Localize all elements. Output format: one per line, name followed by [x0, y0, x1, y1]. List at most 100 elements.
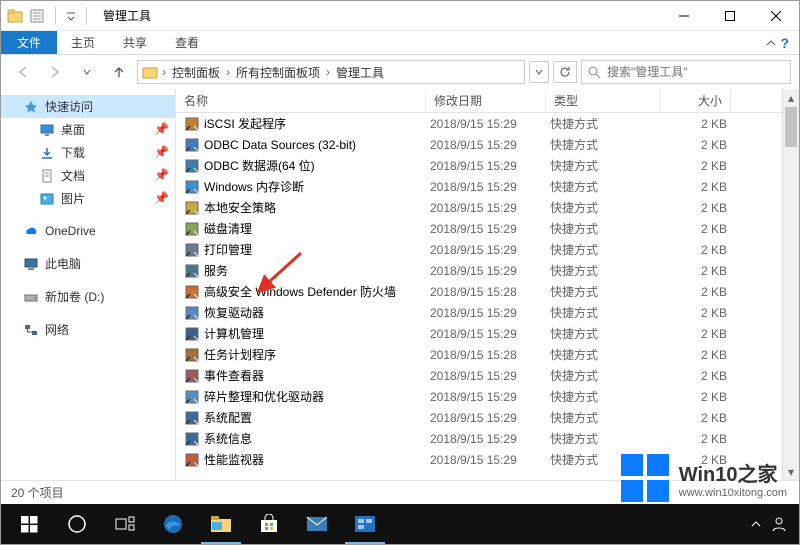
file-row[interactable]: 碎片整理和优化驱动器2018/9/15 15:29快捷方式2 KB [176, 386, 799, 407]
file-date: 2018/9/15 15:29 [430, 411, 550, 425]
start-button[interactable] [5, 504, 53, 544]
sidebar-item-label: 新加卷 (D:) [45, 288, 104, 305]
ribbon-file-tab[interactable]: 文件 [1, 31, 57, 54]
column-name[interactable]: 名称 [176, 89, 426, 112]
file-row[interactable]: 恢复驱动器2018/9/15 15:29快捷方式2 KB [176, 302, 799, 323]
file-row[interactable]: 高级安全 Windows Defender 防火墙2018/9/15 15:28… [176, 281, 799, 302]
watermark-title: Win10之家 [679, 458, 787, 487]
sidebar-desktop[interactable]: 桌面 📌 [1, 118, 175, 141]
file-type: 快捷方式 [550, 409, 665, 426]
address-dropdown-button[interactable] [529, 61, 549, 83]
file-name: 碎片整理和优化驱动器 [204, 388, 324, 405]
ribbon-home-tab[interactable]: 主页 [57, 31, 109, 54]
search-input[interactable] [607, 65, 784, 79]
sidebar-item-label: 快速访问 [45, 98, 93, 115]
ribbon-view-tab[interactable]: 查看 [161, 31, 213, 54]
breadcrumb-item[interactable]: 所有控制面板项 [234, 64, 322, 81]
sidebar-pictures[interactable]: 图片 📌 [1, 187, 175, 210]
file-row[interactable]: ODBC Data Sources (32-bit) 2018/9/15 15:2… [176, 134, 799, 155]
address-box[interactable]: › 控制面板 › 所有控制面板项 › 管理工具 [137, 60, 525, 84]
file-size: 2 KB [665, 180, 735, 194]
nav-back-button[interactable] [9, 58, 37, 86]
file-row[interactable]: 计算机管理2018/9/15 15:29快捷方式2 KB [176, 323, 799, 344]
scroll-thumb[interactable] [785, 107, 797, 147]
taskview-button[interactable] [101, 504, 149, 544]
file-date: 2018/9/15 15:29 [430, 306, 550, 320]
column-type[interactable]: 类型 [546, 89, 661, 112]
file-type: 快捷方式 [550, 220, 665, 237]
taskbar-store[interactable] [245, 504, 293, 544]
chevron-right-icon[interactable]: › [162, 65, 166, 79]
qat-dropdown-icon[interactable] [66, 11, 76, 21]
file-icon [184, 158, 200, 174]
taskbar-edge[interactable] [149, 504, 197, 544]
scroll-up-icon[interactable]: ▴ [783, 89, 799, 106]
file-row[interactable]: 打印管理2018/9/15 15:29快捷方式2 KB [176, 239, 799, 260]
sidebar-documents[interactable]: 文档 📌 [1, 164, 175, 187]
drive-icon [23, 289, 39, 305]
file-icon [184, 452, 200, 468]
file-row[interactable]: ODBC 数据源(64 位)2018/9/15 15:29快捷方式2 KB [176, 155, 799, 176]
cortana-button[interactable] [53, 504, 101, 544]
chevron-right-icon[interactable]: › [226, 65, 230, 79]
breadcrumb-item[interactable]: 控制面板 [170, 64, 222, 81]
tray-people-icon[interactable] [771, 516, 787, 532]
file-icon [184, 263, 200, 279]
file-size: 2 KB [665, 222, 735, 236]
file-row[interactable]: Windows 内存诊断2018/9/15 15:29快捷方式2 KB [176, 176, 799, 197]
sidebar-onedrive[interactable]: OneDrive [1, 220, 175, 242]
taskbar-explorer[interactable] [197, 504, 245, 544]
file-date: 2018/9/15 15:29 [430, 117, 550, 131]
file-date: 2018/9/15 15:29 [430, 369, 550, 383]
nav-up-button[interactable] [105, 58, 133, 86]
chevron-right-icon[interactable]: › [326, 65, 330, 79]
file-type: 快捷方式 [550, 283, 665, 300]
vertical-scrollbar[interactable]: ▴ ▾ [782, 89, 799, 480]
taskbar-controlpanel[interactable] [341, 504, 389, 544]
column-date[interactable]: 修改日期 [426, 89, 546, 112]
file-type: 快捷方式 [550, 304, 665, 321]
nav-history-dropdown[interactable] [73, 58, 101, 86]
file-date: 2018/9/15 15:28 [430, 348, 550, 362]
file-size: 2 KB [665, 117, 735, 131]
sidebar-item-label: 网络 [45, 321, 69, 338]
file-row[interactable]: 服务2018/9/15 15:29快捷方式2 KB [176, 260, 799, 281]
file-icon [184, 305, 200, 321]
file-name: ODBC Data Sources (32-bit) [204, 138, 356, 152]
nav-forward-button[interactable] [41, 58, 69, 86]
breadcrumb-item[interactable]: 管理工具 [334, 64, 386, 81]
file-row[interactable]: 系统信息2018/9/15 15:29快捷方式2 KB [176, 428, 799, 449]
file-type: 快捷方式 [550, 115, 665, 132]
file-date: 2018/9/15 15:29 [430, 138, 550, 152]
help-icon[interactable]: ? [780, 35, 789, 51]
minimize-button[interactable] [661, 1, 707, 31]
file-row[interactable]: 系统配置2018/9/15 15:29快捷方式2 KB [176, 407, 799, 428]
file-row[interactable]: 本地安全策略2018/9/15 15:29快捷方式2 KB [176, 197, 799, 218]
taskbar-mail[interactable] [293, 504, 341, 544]
file-name: iSCSI 发起程序 [204, 115, 286, 132]
file-row[interactable]: iSCSI 发起程序 2018/9/15 15:29快捷方式2 KB [176, 113, 799, 134]
file-row[interactable]: 事件查看器2018/9/15 15:29快捷方式2 KB [176, 365, 799, 386]
sidebar-network[interactable]: 网络 [1, 318, 175, 341]
pictures-icon [39, 191, 55, 207]
ribbon-share-tab[interactable]: 共享 [109, 31, 161, 54]
watermark: Win10之家 www.win10xitong.com [621, 454, 787, 502]
ribbon-expand-icon[interactable] [766, 38, 776, 48]
tray-show-hidden-icon[interactable] [751, 519, 761, 529]
sidebar-thispc[interactable]: 此电脑 [1, 252, 175, 275]
file-row[interactable]: 磁盘清理2018/9/15 15:29快捷方式2 KB [176, 218, 799, 239]
maximize-button[interactable] [707, 1, 753, 31]
file-name: 高级安全 Windows Defender 防火墙 [204, 283, 396, 300]
sidebar-downloads[interactable]: 下载 📌 [1, 141, 175, 164]
file-list[interactable]: iSCSI 发起程序2018/9/15 15:29快捷方式2 KBODBC Da… [176, 113, 799, 480]
search-box[interactable] [581, 60, 791, 84]
file-row[interactable]: 任务计划程序2018/9/15 15:28快捷方式2 KB [176, 344, 799, 365]
sidebar-newvol[interactable]: 新加卷 (D:) [1, 285, 175, 308]
refresh-button[interactable] [553, 61, 577, 83]
file-name: 磁盘清理 [204, 220, 252, 237]
close-button[interactable] [753, 1, 799, 31]
properties-icon[interactable] [29, 8, 45, 24]
system-tray[interactable] [751, 516, 795, 532]
column-size[interactable]: 大小 [661, 89, 731, 112]
sidebar-quick-access[interactable]: 快速访问 [1, 95, 175, 118]
